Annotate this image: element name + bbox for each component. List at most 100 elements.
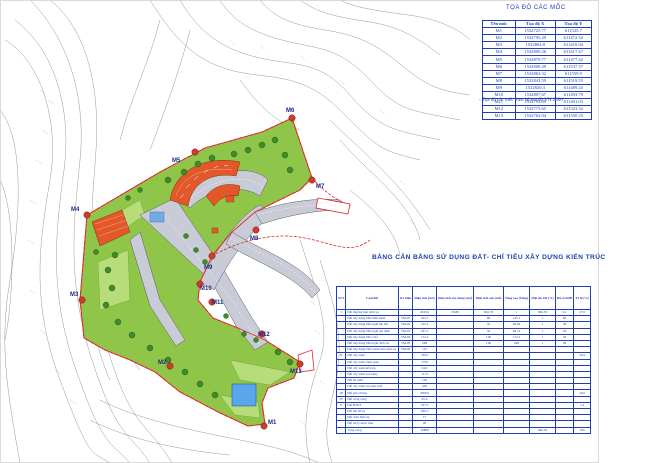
balance-header-cell: Diện tích sàn (m2) bbox=[473, 286, 504, 310]
coord-cell: M9 bbox=[482, 83, 516, 92]
marker-label-m10: M10 bbox=[200, 286, 212, 292]
coord-cell: M12 bbox=[482, 105, 516, 114]
coord-cell: 611489.43 bbox=[554, 83, 593, 92]
coord-cell: 611537.37 bbox=[554, 62, 593, 71]
coord-cell: M8 bbox=[482, 76, 516, 85]
coord-table-title: TỌA ĐỘ CÁC MỐC bbox=[506, 5, 566, 11]
coord-cell: M6 bbox=[482, 62, 516, 71]
marker-m13 bbox=[296, 360, 304, 368]
balance-cell bbox=[554, 426, 575, 434]
coord-table-body: M1 1532725.77 611525.7 M2 1532795.29 611472.3… bbox=[482, 27, 593, 121]
coord-table-row: M13 1532762.04 611550.33 bbox=[482, 112, 593, 121]
coord-header-cell: Tọa độ Y bbox=[554, 19, 593, 29]
balance-cell: 100 bbox=[573, 426, 591, 434]
balance-cell: 16808 bbox=[412, 426, 437, 434]
coord-table-row: M6 1532909.29 611537.37 bbox=[482, 62, 593, 71]
balance-cell: Đất xây dựng Nhà chòm nhỏ dịch vụ bbox=[345, 346, 399, 354]
coord-cell: 1532725.77 bbox=[514, 27, 556, 36]
coord-table-row: M3 1532804.8 611416.94 bbox=[482, 41, 593, 50]
balance-header-cell: Mật độ XD (%) bbox=[529, 286, 556, 310]
balance-header-cell: Diện tích xây dựng (m2) bbox=[435, 286, 475, 310]
coord-cell: M13 bbox=[482, 112, 516, 121]
water-pond-2 bbox=[149, 211, 165, 223]
coord-cell: 611525.7 bbox=[554, 27, 593, 36]
balance-cell bbox=[335, 426, 347, 434]
coord-cell: M3 bbox=[482, 41, 516, 50]
coord-table-row: M7 1532863.32 611559.9 bbox=[482, 69, 593, 78]
coord-cell: M4 bbox=[482, 48, 516, 57]
coord-header-cell: Tên mốc bbox=[482, 19, 516, 29]
coord-table-row: M12 1532773.65 611523.32 bbox=[482, 105, 593, 114]
coord-table-header: Tên mốc Tọa độ X Tọa độ Y bbox=[482, 19, 593, 29]
balance-table-body: I Đất thương mại dịch vụ 4545.6 59.86 962.76… bbox=[335, 308, 591, 434]
coord-cell: M1 bbox=[482, 27, 516, 36]
coord-table-row: M9 1532820.3 611489.43 bbox=[482, 83, 593, 92]
coord-cell: 611523.32 bbox=[554, 105, 593, 114]
coord-header-cell: Tọa độ X bbox=[514, 19, 556, 29]
marker-label-m2: M2 bbox=[158, 360, 167, 366]
balance-header-cell: Diện tích (m2) bbox=[412, 286, 437, 310]
coord-table: Tên mốc Tọa độ X Tọa độ Y M1 1532725.77 61… bbox=[482, 19, 593, 121]
balance-cell bbox=[473, 426, 504, 434]
coord-cell: M7 bbox=[482, 69, 516, 78]
coord-cell: 611416.94 bbox=[554, 41, 593, 50]
coord-table-row: M2 1532795.29 611472.32 bbox=[482, 34, 593, 43]
coord-cell: M5 bbox=[482, 55, 516, 64]
balance-cell bbox=[397, 426, 414, 434]
marker-m7 bbox=[308, 176, 316, 184]
marker-label-m8: M8 bbox=[250, 236, 259, 242]
balance-header-cell: STT bbox=[335, 286, 347, 310]
small-building-2 bbox=[211, 227, 219, 234]
coord-cell: 1532863.32 bbox=[514, 69, 556, 78]
balance-table-title: BẢNG CÂN BẰNG SỬ DỤNG ĐẤT- CHỈ TIÊU XÂY … bbox=[372, 254, 606, 261]
coord-cell: 611472.32 bbox=[554, 34, 593, 43]
balance-cell: Tổng cộng bbox=[345, 426, 399, 434]
small-building bbox=[225, 195, 235, 203]
balance-header-cell: Ký hiệu bbox=[397, 286, 414, 310]
balance-table-row: Tổng cộng 16808 962.76 100 bbox=[335, 426, 591, 434]
marker-m1 bbox=[260, 422, 268, 430]
marker-label-m7: M7 bbox=[316, 184, 325, 190]
marker-m6 bbox=[288, 114, 296, 122]
marker-m8 bbox=[252, 226, 260, 234]
coord-cell: 611519.55 bbox=[554, 76, 593, 85]
coord-cell: 611417.47 bbox=[554, 48, 593, 57]
coord-system-note: - Tọa độ các mốc theo hệ tọa độ VN:2000 bbox=[479, 98, 563, 103]
marker-label-m5: M5 bbox=[172, 158, 181, 164]
balance-table-header: STT Loại đất Ký hiệu Diện tích (m2) Diện tíc… bbox=[335, 286, 591, 310]
coord-cell: 1532795.29 bbox=[514, 34, 556, 43]
balance-table: STT Loại đất Ký hiệu Diện tích (m2) Diện tíc… bbox=[335, 286, 591, 434]
marker-m3 bbox=[78, 296, 86, 304]
coord-table-row: M4 1532890.26 611417.47 bbox=[482, 48, 593, 57]
coord-table-row: M5 1532879.77 611477.42 bbox=[482, 55, 593, 64]
coord-cell: 1532820.3 bbox=[514, 83, 556, 92]
balance-header-cell: Tầng cao (Tầng) bbox=[502, 286, 531, 310]
marker-m2 bbox=[166, 362, 174, 370]
marker-label-m1: M1 bbox=[268, 420, 277, 426]
balance-header-cell: Hệ số SDĐ bbox=[554, 286, 575, 310]
marker-label-m12: M12 bbox=[258, 332, 270, 338]
water-pond bbox=[231, 383, 257, 407]
coord-cell: 1532909.29 bbox=[514, 62, 556, 71]
balance-cell bbox=[502, 426, 531, 434]
coord-cell: 1532879.77 bbox=[514, 55, 556, 64]
balance-cell bbox=[435, 426, 475, 434]
coord-cell: 1532762.04 bbox=[514, 112, 556, 121]
coord-cell: 611559.9 bbox=[554, 69, 593, 78]
coord-cell: 1532890.26 bbox=[514, 48, 556, 57]
coord-table-row: M8 1532843.59 611519.55 bbox=[482, 76, 593, 85]
site-plan-sheet: M1 M2 M3 M4 M5 M6 M7 M8 M9 M10 M11 M12 M… bbox=[0, 0, 650, 463]
marker-m9 bbox=[208, 252, 216, 260]
marker-m4 bbox=[83, 211, 91, 219]
marker-m5 bbox=[191, 148, 199, 156]
marker-label-m13: M13 bbox=[290, 369, 302, 375]
coord-table-row: M1 1532725.77 611525.7 bbox=[482, 27, 593, 36]
coord-cell: 611550.33 bbox=[554, 112, 593, 121]
marker-label-m3: M3 bbox=[70, 292, 79, 298]
marker-label-m9: M9 bbox=[204, 265, 213, 271]
coord-cell: 1532804.8 bbox=[514, 41, 556, 50]
balance-header-cell: Loại đất bbox=[345, 286, 399, 310]
balance-header-cell: Tỷ lệ (%) bbox=[573, 286, 591, 310]
coord-cell: 611477.42 bbox=[554, 55, 593, 64]
coord-cell: M2 bbox=[482, 34, 516, 43]
